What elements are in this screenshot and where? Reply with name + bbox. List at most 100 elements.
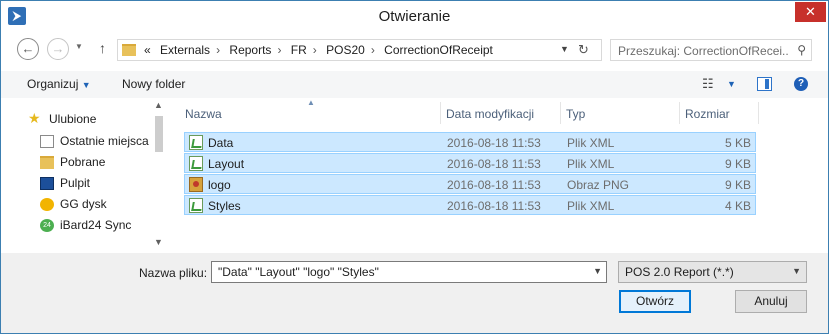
close-button[interactable]: ✕ — [795, 2, 826, 22]
xml-file-icon — [189, 156, 203, 171]
open-file-dialog: ⮞ Otwieranie ✕ ← → ▼ ↑ « Externals › Repo… — [0, 0, 829, 334]
nav-item-label: Ulubione — [49, 112, 97, 126]
scroll-thumb[interactable] — [155, 116, 163, 152]
back-button[interactable]: ← — [17, 38, 39, 60]
sort-ascending-icon: ▲ — [307, 98, 315, 107]
new-folder-button[interactable]: Nowy folder — [122, 77, 185, 91]
chevron-down-icon[interactable]: ▼ — [593, 266, 602, 276]
file-name: Data — [208, 136, 234, 150]
arrow-up-icon: ↑ — [99, 40, 106, 56]
toolbar: Organizuj ▼ Nowy folder ☷ ▼ ? — [1, 71, 828, 98]
breadcrumb-reports[interactable]: Reports — [229, 43, 271, 57]
folder-icon — [122, 44, 136, 56]
column-header-date[interactable]: Data modyfikacji — [446, 107, 534, 121]
file-type-select[interactable]: POS 2.0 Report (*.*) ▼ — [618, 261, 807, 283]
cancel-button[interactable]: Anuluj — [735, 290, 807, 313]
breadcrumb-fr[interactable]: FR — [291, 43, 307, 57]
file-date: 2016-08-18 11:53 — [447, 199, 541, 213]
file-type: Plik XML — [567, 136, 615, 150]
file-type: Obraz PNG — [567, 178, 630, 192]
breadcrumb-externals[interactable]: Externals — [160, 43, 210, 57]
organize-menu[interactable]: Organizuj ▼ — [27, 77, 91, 91]
breadcrumb: « Externals › Reports › FR › POS20 › Correct… — [144, 43, 499, 57]
column-header-name[interactable]: Nazwa — [185, 107, 222, 121]
file-type: Plik XML — [567, 199, 615, 213]
file-name: Layout — [208, 157, 245, 171]
view-dropdown-icon[interactable]: ▼ — [727, 79, 736, 89]
file-name: logo — [208, 178, 231, 192]
file-size: 4 KB — [724, 199, 751, 213]
refresh-icon: ↻ — [578, 42, 589, 57]
filename-input[interactable]: "Data" "Layout" "logo" "Styles" ▼ — [211, 261, 607, 283]
close-icon: ✕ — [805, 4, 816, 19]
chevron-right-icon[interactable]: › — [277, 43, 281, 57]
file-name: Styles — [208, 199, 241, 213]
gg-drive-icon — [40, 198, 54, 211]
nav-item-favorites[interactable]: ★ Ulubione — [28, 110, 97, 130]
navigation-pane: ★ Ulubione Ostatnie miejsca Pobrane Pulp… — [1, 98, 167, 253]
search-input[interactable]: Przeszukaj: CorrectionOfRecei... ⚲ — [610, 39, 812, 61]
dialog-footer: Nazwa pliku: "Data" "Layout" "logo" "Sty… — [1, 253, 828, 333]
file-date: 2016-08-18 11:53 — [447, 136, 541, 150]
breadcrumb-pos20[interactable]: POS20 — [326, 43, 365, 57]
nav-item-label: Ostatnie miejsca — [60, 134, 149, 148]
file-size: 5 KB — [724, 136, 751, 150]
forward-button[interactable]: → — [47, 38, 69, 60]
recent-places-icon — [40, 135, 54, 148]
scroll-up-icon[interactable]: ▲ — [154, 100, 163, 110]
desktop-icon — [40, 177, 54, 190]
arrow-left-icon: ← — [21, 41, 35, 56]
nav-item-ibard-sync[interactable]: 24 iBard24 Sync — [40, 218, 132, 236]
file-row-layout[interactable]: Layout 2016-08-18 11:53 Plik XML 9 KB — [184, 153, 756, 173]
chevron-down-icon: ▼ — [792, 266, 801, 276]
file-row-logo[interactable]: logo 2016-08-18 11:53 Obraz PNG 9 KB — [184, 174, 756, 194]
chevron-down-icon: ▼ — [75, 42, 83, 51]
png-file-icon — [189, 177, 203, 192]
nav-item-label: iBard24 Sync — [60, 218, 132, 232]
file-list: ▲ Nazwa Data modyfikacji Typ Rozmiar Dat… — [167, 98, 828, 253]
file-date: 2016-08-18 11:53 — [447, 178, 541, 192]
nav-item-label: GG dysk — [60, 197, 107, 211]
column-divider[interactable] — [440, 102, 441, 124]
filename-value: "Data" "Layout" "logo" "Styles" — [218, 265, 379, 279]
file-row-data[interactable]: Data 2016-08-18 11:53 Plik XML 5 KB — [184, 132, 756, 152]
xml-file-icon — [189, 198, 203, 213]
star-icon: ★ — [28, 110, 41, 126]
column-divider[interactable] — [758, 102, 759, 124]
breadcrumb-correctionofreceipt[interactable]: CorrectionOfReceipt — [384, 43, 493, 57]
file-row-styles[interactable]: Styles 2016-08-18 11:53 Plik XML 4 KB — [184, 195, 756, 215]
nav-item-label: Pobrane — [60, 155, 106, 169]
open-button[interactable]: Otwórz — [619, 290, 691, 313]
file-type: Plik XML — [567, 157, 615, 171]
scroll-down-icon[interactable]: ▼ — [154, 237, 163, 247]
nav-item-desktop[interactable]: Pulpit — [40, 176, 90, 194]
file-size: 9 KB — [724, 178, 751, 192]
view-options-icon[interactable]: ☷ — [702, 76, 714, 92]
help-icon[interactable]: ? — [794, 77, 808, 91]
column-header-type[interactable]: Typ — [566, 107, 585, 121]
preview-pane-icon[interactable] — [757, 77, 772, 91]
refresh-button[interactable]: ↻ — [578, 42, 589, 58]
column-divider[interactable] — [679, 102, 680, 124]
search-placeholder: Przeszukaj: CorrectionOfRecei... — [618, 44, 788, 58]
chevron-down-icon: ▼ — [560, 44, 569, 54]
column-divider[interactable] — [560, 102, 561, 124]
chevron-right-icon[interactable]: › — [371, 43, 375, 57]
ibard-sync-icon: 24 — [40, 219, 54, 232]
breadcrumb-overflow[interactable]: « — [144, 43, 151, 57]
nav-item-gg-drive[interactable]: GG dysk — [40, 197, 107, 215]
nav-item-downloads[interactable]: Pobrane — [40, 155, 106, 173]
address-bar[interactable]: « Externals › Reports › FR › POS20 › Correct… — [117, 39, 602, 61]
file-type-value: POS 2.0 Report (*.*) — [625, 265, 734, 279]
nav-scrollbar[interactable]: ▲ ▼ — [150, 98, 167, 253]
recent-locations-dropdown[interactable]: ▼ — [75, 42, 83, 51]
xml-file-icon — [189, 135, 203, 150]
chevron-right-icon[interactable]: › — [313, 43, 317, 57]
arrow-right-icon: → — [51, 41, 65, 56]
chevron-right-icon[interactable]: › — [216, 43, 220, 57]
nav-item-recent-places[interactable]: Ostatnie miejsca — [40, 134, 149, 152]
column-header-size[interactable]: Rozmiar — [685, 107, 730, 121]
up-button[interactable]: ↑ — [99, 40, 106, 56]
downloads-icon — [40, 156, 54, 169]
address-history-dropdown[interactable]: ▼ — [560, 44, 569, 54]
